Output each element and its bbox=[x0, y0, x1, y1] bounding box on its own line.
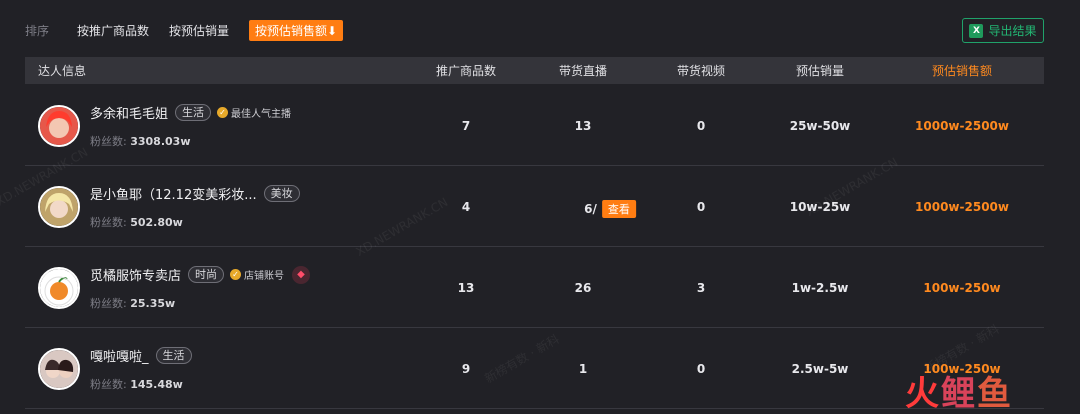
avatar[interactable] bbox=[38, 267, 80, 309]
sales-estimate: 1w-2.5w bbox=[791, 281, 849, 295]
revenue-estimate: 1000w-2500w bbox=[915, 119, 1009, 133]
category-tag: 生活 bbox=[155, 347, 192, 364]
table-row[interactable]: 嘎啦嘎啦_ 生活 粉丝数: 145.48w 9 1 0 2.5w-5w 100w… bbox=[25, 328, 1044, 409]
category-tag: 美妆 bbox=[263, 185, 300, 202]
revenue-estimate: 1000w-2500w bbox=[915, 200, 1009, 214]
video-count: 0 bbox=[696, 362, 706, 376]
col-products[interactable]: 推广商品数 bbox=[436, 62, 496, 79]
export-button[interactable]: X 导出结果 bbox=[962, 18, 1044, 43]
award-badge: ✓ 最佳人气主播 bbox=[217, 105, 291, 120]
video-count: 3 bbox=[696, 281, 706, 295]
col-sales[interactable]: 预估销量 bbox=[796, 62, 844, 79]
col-video: 带货视频 bbox=[676, 64, 726, 78]
video-count: 0 bbox=[696, 119, 706, 133]
sort-by-products[interactable]: 按推广商品数 bbox=[77, 22, 149, 39]
video-count: 0 bbox=[696, 200, 706, 214]
products-count: 13 bbox=[457, 281, 475, 295]
live-count: 6/ bbox=[584, 202, 597, 216]
view-button[interactable]: 查看 bbox=[601, 200, 636, 218]
avatar[interactable] bbox=[38, 186, 80, 228]
sort-bar: 排序 按推广商品数 按预估销量 按预估销售额⬇ bbox=[25, 18, 363, 42]
creator-name[interactable]: 多余和毛毛姐 bbox=[90, 103, 168, 122]
brand-logo: 火鲤鱼 bbox=[905, 374, 1013, 414]
revenue-estimate: 100w-250w bbox=[923, 281, 1001, 295]
live-count: 13 bbox=[574, 119, 592, 133]
products-count: 4 bbox=[461, 200, 471, 214]
col-live: 带货直播 bbox=[558, 64, 608, 78]
fans-count: 粉丝数: 145.48w bbox=[90, 378, 183, 391]
col-creator: 达人信息 bbox=[38, 64, 87, 78]
sort-by-sales[interactable]: 按预估销量 bbox=[169, 22, 229, 39]
sort-by-revenue[interactable]: 按预估销售额⬇ bbox=[249, 19, 344, 41]
shop-icon: ✓ bbox=[230, 269, 242, 280]
shop-badge: ✓ 店铺账号 bbox=[230, 267, 284, 282]
products-count: 9 bbox=[461, 362, 471, 376]
table-row[interactable]: 觅橘服饰专卖店 时尚 ✓ 店铺账号 ◆ 粉丝数: 25.35w 13 26 3 1… bbox=[25, 247, 1044, 328]
table-row[interactable]: 是小鱼耶（12.12变美彩妆... 美妆 粉丝数: 502.80w 4 6/查看… bbox=[25, 166, 1044, 247]
diamond-icon: ◆ bbox=[292, 265, 311, 284]
category-tag: 时尚 bbox=[188, 266, 225, 283]
live-count: 1 bbox=[578, 362, 588, 376]
export-label: 导出结果 bbox=[988, 24, 1037, 38]
sales-estimate: 10w-25w bbox=[789, 200, 851, 214]
category-tag: 生活 bbox=[175, 104, 212, 121]
table-header: 达人信息 推广商品数 带货直播 带货视频 预估销量 预估销售额 bbox=[25, 57, 1044, 84]
avatar[interactable] bbox=[38, 105, 80, 147]
excel-icon: X bbox=[969, 23, 984, 38]
products-count: 7 bbox=[461, 119, 471, 133]
avatar[interactable] bbox=[38, 348, 80, 390]
sales-estimate: 25w-50w bbox=[789, 119, 851, 133]
col-revenue[interactable]: 预估销售额 bbox=[932, 62, 992, 79]
table-row[interactable]: 多余和毛毛姐 生活 ✓ 最佳人气主播 粉丝数: 3308.03w 7 13 0 2… bbox=[25, 85, 1044, 166]
live-cell: 6/查看 bbox=[584, 200, 636, 218]
creator-name[interactable]: 觅橘服饰专卖店 bbox=[90, 265, 181, 284]
fans-count: 粉丝数: 25.35w bbox=[90, 297, 176, 310]
sort-label: 排序 bbox=[25, 23, 50, 38]
sales-estimate: 2.5w-5w bbox=[791, 362, 849, 376]
fans-count: 粉丝数: 502.80w bbox=[90, 216, 183, 229]
fans-count: 粉丝数: 3308.03w bbox=[90, 135, 191, 148]
creator-name[interactable]: 是小鱼耶（12.12变美彩妆... bbox=[90, 184, 257, 203]
creator-name[interactable]: 嘎啦嘎啦_ bbox=[90, 346, 149, 365]
live-count: 26 bbox=[574, 281, 592, 295]
medal-icon: ✓ bbox=[217, 107, 229, 118]
